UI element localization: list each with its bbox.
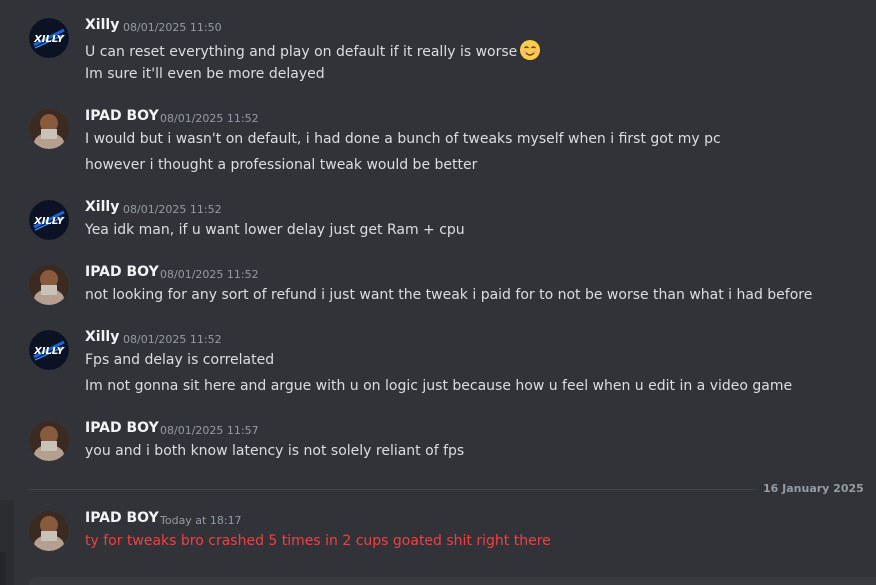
timestamp: 08/01/2025 11:57 [160, 424, 259, 437]
svg-text:XILLY: XILLY [33, 216, 66, 227]
timestamp: 08/01/2025 11:52 [123, 203, 222, 216]
ipad-boy-photo-icon [29, 265, 69, 305]
message-line: U can reset everything and play on defau… [85, 39, 541, 61]
username[interactable]: Xilly [85, 17, 119, 33]
username[interactable]: IPAD BOY [85, 108, 159, 124]
message-line: I would but i wasn't on default, i had d… [85, 131, 721, 147]
avatar-ipad-boy[interactable] [29, 421, 69, 461]
username[interactable]: Xilly [85, 329, 119, 345]
message-line: Yea idk man, if u want lower delay just … [85, 222, 465, 238]
date-divider-label: 16 January 2025 [757, 482, 870, 495]
chat-window: XILLY Xilly 08/01/2025 11:50 U can reset… [0, 0, 876, 585]
timestamp: 08/01/2025 11:52 [160, 268, 259, 281]
svg-text:XILLY: XILLY [33, 346, 66, 357]
message-text: U can reset everything and play on defau… [85, 44, 518, 60]
message-line-failed: ty for tweaks bro crashed 5 times in 2 c… [85, 533, 551, 549]
timestamp: 08/01/2025 11:52 [123, 333, 222, 346]
smiling-face-emoji-icon[interactable] [519, 39, 541, 61]
message-line: Im sure it'll even be more delayed [85, 66, 325, 82]
sidebar-edge-dark [0, 552, 6, 585]
message-line: Im not gonna sit here and argue with u o… [85, 378, 793, 394]
avatar-ipad-boy[interactable] [29, 109, 69, 149]
ipad-boy-photo-icon [29, 109, 69, 149]
avatar-ipad-boy[interactable] [29, 265, 69, 305]
xilly-logo-icon: XILLY [29, 330, 69, 370]
message-line: you and i both know latency is not solel… [85, 443, 465, 459]
username[interactable]: IPAD BOY [85, 264, 159, 280]
ipad-boy-photo-icon [29, 421, 69, 461]
svg-text:XILLY: XILLY [33, 34, 66, 45]
timestamp: Today at 18:17 [160, 514, 242, 527]
avatar-xilly[interactable]: XILLY [29, 18, 69, 58]
message-line: not looking for any sort of refund i jus… [85, 287, 813, 303]
username[interactable]: IPAD BOY [85, 510, 159, 526]
xilly-logo-icon: XILLY [29, 18, 69, 58]
date-divider [29, 489, 854, 490]
message-line: Fps and delay is correlated [85, 352, 275, 368]
avatar-ipad-boy[interactable] [29, 511, 69, 551]
timestamp: 08/01/2025 11:50 [123, 21, 222, 34]
message-line: however i thought a professional tweak w… [85, 157, 478, 173]
message-input-box[interactable] [29, 577, 876, 585]
username[interactable]: Xilly [85, 199, 119, 215]
ipad-boy-photo-icon [29, 511, 69, 551]
xilly-logo-icon: XILLY [29, 200, 69, 240]
avatar-xilly[interactable]: XILLY [29, 330, 69, 370]
avatar-xilly[interactable]: XILLY [29, 200, 69, 240]
timestamp: 08/01/2025 11:52 [160, 112, 259, 125]
username[interactable]: IPAD BOY [85, 420, 159, 436]
